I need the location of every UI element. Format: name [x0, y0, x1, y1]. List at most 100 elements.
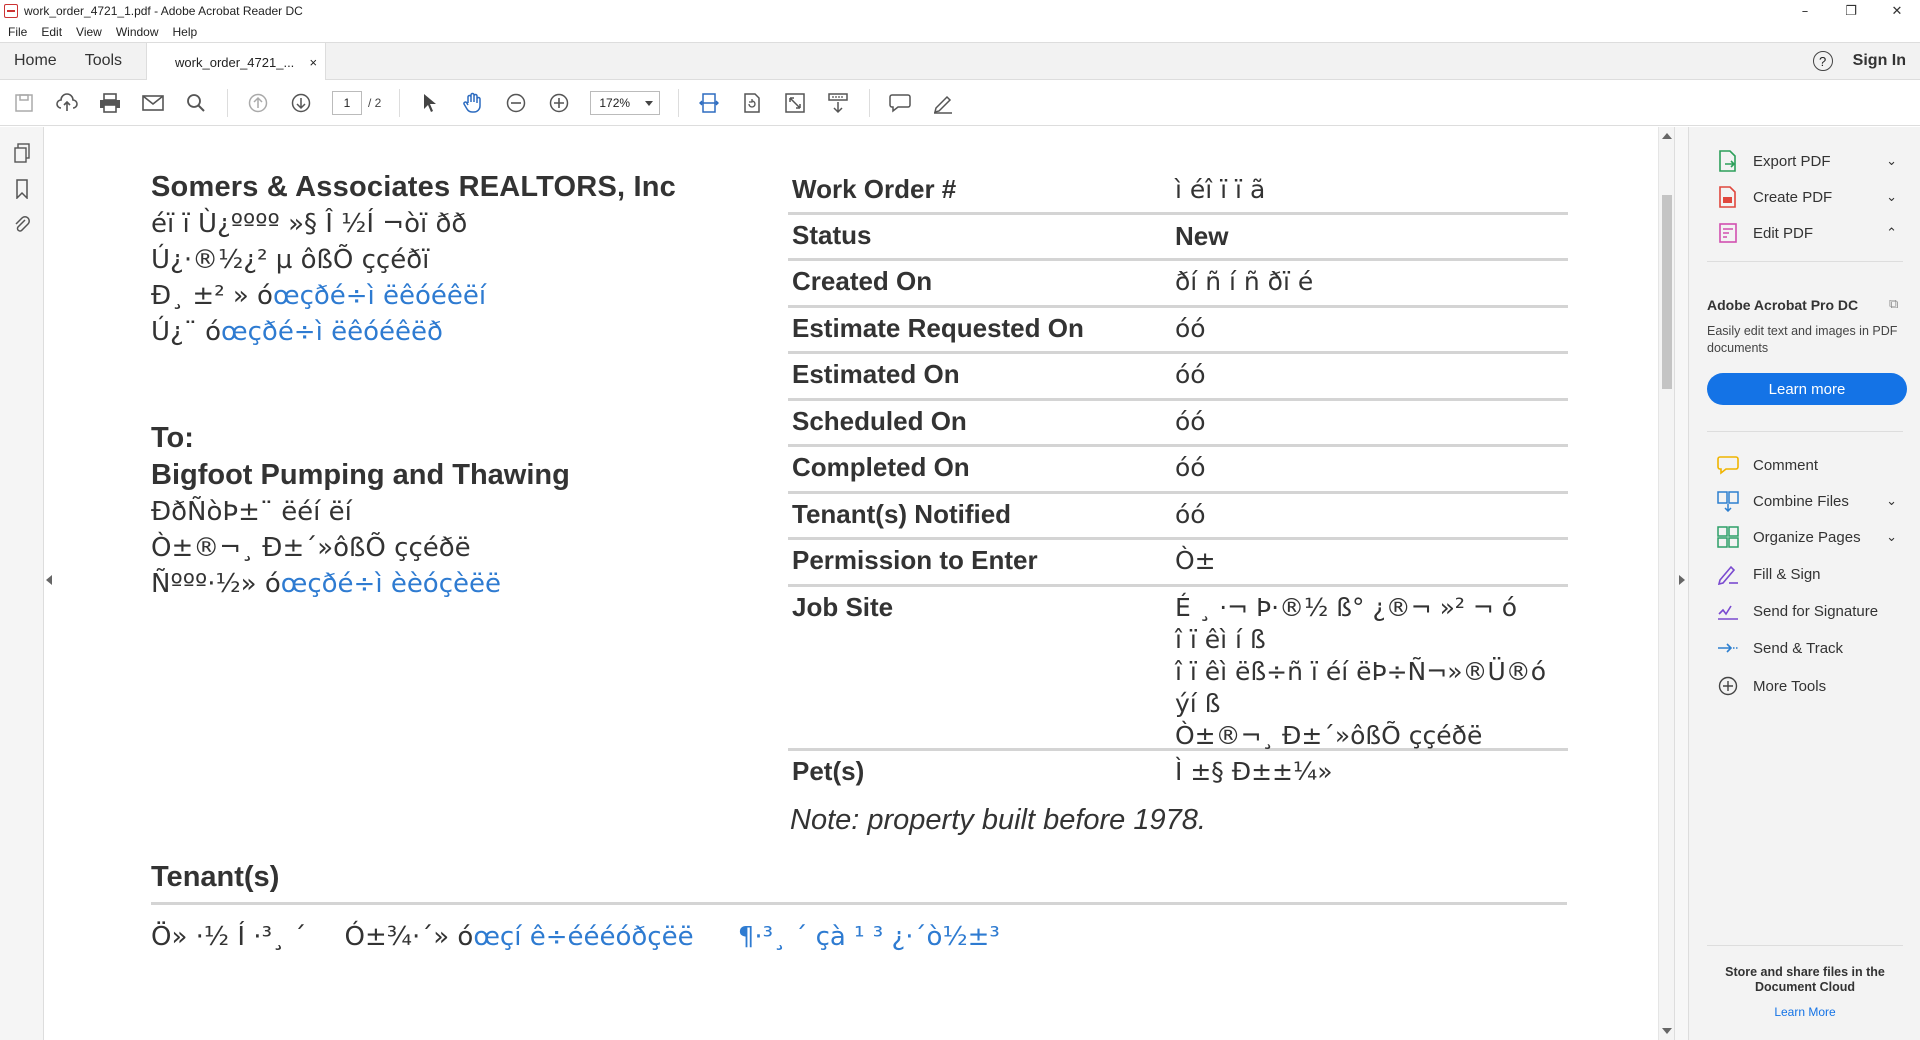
sign-in-link[interactable]: Sign In	[1853, 52, 1906, 70]
fill-sign-icon	[1717, 563, 1739, 585]
tool-edit-pdf[interactable]: Edit PDF ⌃	[1689, 215, 1920, 251]
field-value: óó	[1175, 360, 1206, 389]
hand-tool-icon[interactable]	[461, 91, 485, 115]
tab-document[interactable]: work_order_4721_... ×	[146, 43, 327, 81]
table-row: Estimate Requested On óó	[788, 308, 1568, 354]
pdf-file-icon	[4, 4, 18, 18]
maximize-button[interactable]: ❐	[1828, 0, 1874, 22]
toolbar-divider	[678, 88, 680, 117]
tool-fill-sign[interactable]: Fill & Sign	[1689, 556, 1920, 592]
tool-send-for-signature[interactable]: Send for Signature	[1689, 593, 1920, 629]
page-number-input[interactable]: 1	[332, 90, 362, 115]
edit-pdf-icon	[1717, 222, 1739, 244]
pane-divider	[1707, 945, 1903, 946]
menu-view[interactable]: View	[76, 25, 102, 39]
upload-cloud-icon[interactable]	[55, 91, 79, 115]
previous-page-icon[interactable]	[246, 91, 270, 115]
store-text: Store and share files in the Document Cl…	[1725, 965, 1885, 994]
comment-tool-icon	[1717, 454, 1739, 476]
document-tab-label: work_order_4721_...	[175, 54, 295, 70]
chevron-down-icon[interactable]: ⌄	[1886, 190, 1897, 205]
page-thumbnails-icon[interactable]	[12, 143, 32, 163]
vertical-scrollbar[interactable]	[1658, 127, 1674, 1040]
chevron-up-icon[interactable]: ⌃	[1886, 226, 1897, 241]
close-window-button[interactable]: ✕	[1874, 0, 1920, 22]
field-value: óó	[1175, 500, 1206, 529]
print-icon[interactable]	[98, 91, 122, 115]
job-site-line: É ¸ ·¬ Þ·®½ ß° ¿®¬ »² ¬ ó	[1175, 593, 1518, 622]
menu-edit[interactable]: Edit	[41, 25, 62, 39]
title-bar: work_order_4721_1.pdf - Adobe Acrobat Re…	[0, 0, 1920, 22]
tool-comment[interactable]: Comment	[1689, 447, 1920, 483]
pane-divider	[1707, 261, 1903, 262]
field-value: ðí ñ í ñ ðï é	[1175, 267, 1314, 296]
bookmarks-icon[interactable]	[12, 179, 32, 200]
table-row: Estimated On óó	[788, 354, 1568, 401]
tool-combine-files[interactable]: Combine Files ⌄	[1689, 483, 1920, 519]
save-icon[interactable]	[12, 91, 36, 115]
chevron-down-icon[interactable]: ⌄	[1886, 494, 1897, 509]
scrollbar-thumb[interactable]	[1662, 195, 1672, 389]
zoom-in-icon[interactable]	[547, 91, 571, 115]
full-screen-icon[interactable]	[783, 91, 807, 115]
field-label: Scheduled On	[792, 406, 967, 436]
tool-export-pdf[interactable]: Export PDF ⌄	[1689, 143, 1920, 179]
scroll-mode-icon[interactable]	[826, 91, 850, 115]
tool-label: Comment	[1753, 456, 1819, 474]
promo-dismiss-icon[interactable]: ⧉	[1889, 297, 1898, 312]
learn-more-link[interactable]: Learn More	[1699, 1005, 1911, 1019]
company-city-line: Ú¿·®½¿² µ ôßÕ ççéðï	[151, 245, 429, 275]
email-icon[interactable]	[141, 91, 165, 115]
window-controls: – ❐ ✕	[1782, 0, 1920, 22]
learn-more-button[interactable]: Learn more	[1707, 373, 1907, 405]
left-navigation-rail	[0, 127, 52, 1040]
search-icon[interactable]	[184, 91, 208, 115]
export-pdf-icon	[1717, 150, 1739, 172]
tab-home[interactable]: Home	[0, 43, 71, 79]
tenant-email-link[interactable]: ¶·³¸ ´ çà ¹ ³ ¿·´ò½±³	[738, 922, 1000, 952]
tenant-phone-link[interactable]: œçí ê÷éééóðçëë	[473, 922, 693, 952]
vendor-phone-link[interactable]: œçðé÷ì èèóçèëë	[281, 569, 501, 599]
scroll-up-icon[interactable]	[1662, 133, 1672, 139]
menu-window[interactable]: Window	[116, 25, 159, 39]
document-cloud-promo: Store and share files in the Document Cl…	[1699, 965, 1911, 1019]
scroll-down-icon[interactable]	[1662, 1028, 1672, 1034]
menu-file[interactable]: File	[8, 25, 27, 39]
company-phone-link[interactable]: œçðé÷ì ëêóéêëí	[273, 281, 486, 311]
chevron-down-icon[interactable]: ⌄	[1886, 154, 1897, 169]
promo-description: Easily edit text and images in PDF docum…	[1707, 324, 1898, 355]
attachments-icon[interactable]	[12, 215, 32, 235]
tool-send-track[interactable]: Send & Track	[1689, 630, 1920, 666]
company-fax-line: Ú¿¨ óœçðé÷ì ëêóéêëð	[151, 317, 443, 347]
close-tab-icon[interactable]: ×	[309, 55, 317, 70]
rotate-view-icon[interactable]	[740, 91, 764, 115]
tool-create-pdf[interactable]: Create PDF ⌄	[1689, 179, 1920, 215]
comment-icon[interactable]	[888, 91, 912, 115]
tool-more-tools[interactable]: More Tools	[1689, 668, 1920, 704]
tool-label: Edit PDF	[1753, 224, 1814, 242]
company-fax-link[interactable]: œçðé÷ì ëêóéêëð	[221, 317, 443, 347]
highlight-pen-icon[interactable]	[931, 91, 955, 115]
field-label: Estimate Requested On	[792, 313, 1084, 343]
company-fax-label: Ú¿¨ ó	[151, 317, 222, 347]
tab-tools[interactable]: Tools	[71, 43, 136, 79]
collapse-right-panel-icon[interactable]	[1679, 575, 1685, 585]
next-page-icon[interactable]	[289, 91, 313, 115]
fit-width-icon[interactable]	[697, 91, 721, 115]
menu-help[interactable]: Help	[173, 25, 198, 39]
tool-organize-pages[interactable]: Organize Pages ⌄	[1689, 519, 1920, 555]
select-pointer-icon[interactable]	[418, 91, 442, 115]
acrobat-pro-promo: Adobe Acrobat Pro DC Easily edit text an…	[1707, 297, 1917, 405]
tenants-heading: Tenant(s)	[151, 861, 280, 893]
job-site-line: Ò±®¬¸ Ð±´»ôßÕ ççéðë	[1175, 721, 1483, 750]
tool-label: Combine Files	[1753, 492, 1849, 510]
help-icon[interactable]: ?	[1812, 51, 1833, 71]
minimize-button[interactable]: –	[1782, 0, 1828, 22]
property-note: Note: property built before 1978.	[790, 804, 1206, 836]
collapse-left-panel-icon[interactable]	[46, 575, 52, 585]
table-row: Job Site É ¸ ·¬ Þ·®½ ß° ¿®¬ »² ¬ ó î ï ê…	[788, 587, 1568, 751]
zoom-out-icon[interactable]	[504, 91, 528, 115]
table-row: Permission to Enter Ò±	[788, 540, 1568, 587]
chevron-down-icon[interactable]: ⌄	[1886, 530, 1897, 545]
zoom-level-select[interactable]: 172%	[590, 90, 661, 115]
